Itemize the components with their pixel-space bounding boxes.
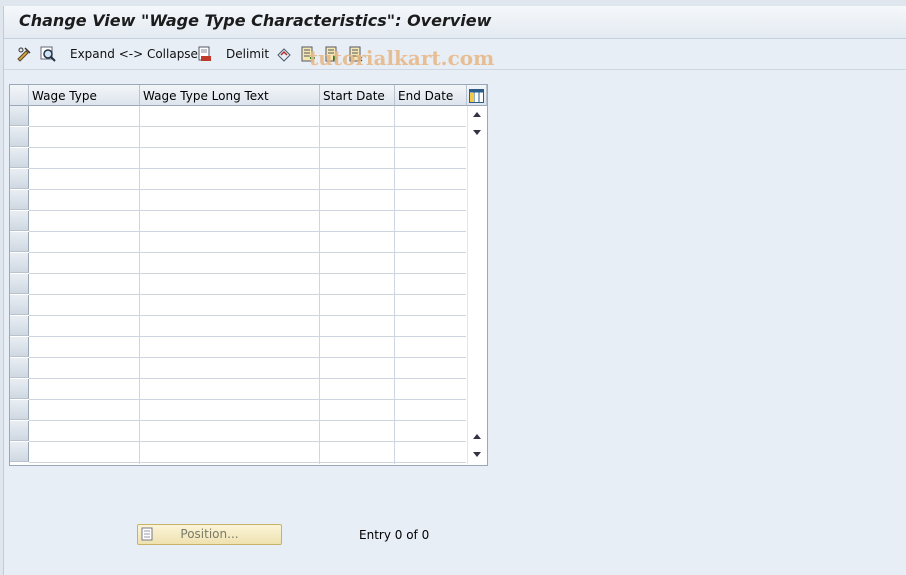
- row-selector[interactable]: [10, 106, 29, 126]
- expand-collapse-button[interactable]: Expand <-> Collapse: [70, 44, 198, 64]
- deselect-all-icon: [348, 46, 364, 62]
- row-selector[interactable]: [10, 400, 29, 420]
- column-divider: [139, 106, 140, 464]
- select-block-icon: [324, 46, 340, 62]
- row-selector[interactable]: [10, 169, 29, 189]
- page-title: Change View "Wage Type Characteristics":…: [19, 11, 492, 30]
- table-row[interactable]: [29, 232, 466, 253]
- row-selector[interactable]: [10, 253, 29, 273]
- app-window: Change View "Wage Type Characteristics":…: [3, 6, 906, 575]
- row-selector[interactable]: [10, 379, 29, 399]
- scroll-down-icon[interactable]: [473, 452, 481, 457]
- table-row[interactable]: [29, 169, 466, 190]
- row-selector[interactable]: [10, 442, 29, 462]
- select-all-rows-corner[interactable]: [10, 85, 29, 106]
- table-row[interactable]: [29, 106, 466, 127]
- row-selector[interactable]: [10, 274, 29, 294]
- vertical-scrollbar[interactable]: [467, 106, 487, 464]
- display-change-button[interactable]: [16, 44, 32, 64]
- table-row[interactable]: [29, 211, 466, 232]
- deselect-all-button[interactable]: [348, 44, 364, 64]
- application-toolbar: Expand <-> Collapse Delimit: [4, 39, 906, 70]
- position-button-label: Position...: [180, 527, 239, 541]
- navigate-button[interactable]: [276, 44, 292, 64]
- delimit-label: Delimit: [226, 47, 270, 61]
- delimit-button[interactable]: Delimit: [226, 44, 269, 64]
- table-row[interactable]: [29, 295, 466, 316]
- row-selector[interactable]: [10, 148, 29, 168]
- expand-collapse-label: Expand <-> Collapse: [70, 47, 198, 61]
- row-selector[interactable]: [10, 190, 29, 210]
- select-all-button[interactable]: [300, 44, 316, 64]
- table-row[interactable]: [29, 400, 466, 421]
- title-bar: Change View "Wage Type Characteristics":…: [4, 6, 906, 39]
- delimit-icon: [197, 46, 213, 62]
- table-row[interactable]: [29, 148, 466, 169]
- column-header-long-text[interactable]: Wage Type Long Text: [140, 85, 320, 106]
- table-row[interactable]: [29, 379, 466, 400]
- column-settings-icon: [469, 88, 484, 105]
- table-row[interactable]: [29, 442, 466, 463]
- row-selector[interactable]: [10, 295, 29, 315]
- column-divider: [319, 106, 320, 464]
- entry-counter: Entry 0 of 0: [359, 528, 430, 542]
- display-change-icon: [16, 46, 32, 62]
- select-all-icon: [300, 46, 316, 62]
- table-row[interactable]: [29, 190, 466, 211]
- table-settings-button[interactable]: [467, 85, 487, 106]
- row-selector[interactable]: [10, 127, 29, 147]
- row-selector[interactable]: [10, 337, 29, 357]
- row-selector[interactable]: [10, 211, 29, 231]
- table-row[interactable]: [29, 253, 466, 274]
- table-row[interactable]: [29, 421, 466, 442]
- wage-type-table: Wage Type Wage Type Long Text Start Date…: [9, 84, 488, 466]
- table-row[interactable]: [29, 274, 466, 295]
- row-selector[interactable]: [10, 232, 29, 252]
- find-icon: [40, 46, 56, 62]
- row-selector[interactable]: [10, 421, 29, 441]
- navigate-icon: [276, 46, 292, 62]
- row-selector[interactable]: [10, 358, 29, 378]
- scroll-page-down-icon[interactable]: [473, 130, 481, 135]
- position-button[interactable]: Position...: [137, 524, 282, 545]
- column-header-wage-type[interactable]: Wage Type: [29, 85, 140, 106]
- table-row[interactable]: [29, 337, 466, 358]
- table-row[interactable]: [29, 127, 466, 148]
- select-block-button[interactable]: [324, 44, 340, 64]
- scroll-up-icon[interactable]: [473, 112, 481, 117]
- delimit-icon-button[interactable]: [197, 44, 213, 64]
- column-divider: [394, 106, 395, 464]
- position-icon: [141, 527, 155, 547]
- scroll-page-up-icon[interactable]: [473, 434, 481, 439]
- row-selector[interactable]: [10, 316, 29, 336]
- table-row[interactable]: [29, 316, 466, 337]
- find-button[interactable]: [40, 44, 56, 64]
- column-header-end-date[interactable]: End Date: [395, 85, 467, 106]
- column-header-start-date[interactable]: Start Date: [320, 85, 395, 106]
- table-row[interactable]: [29, 358, 466, 379]
